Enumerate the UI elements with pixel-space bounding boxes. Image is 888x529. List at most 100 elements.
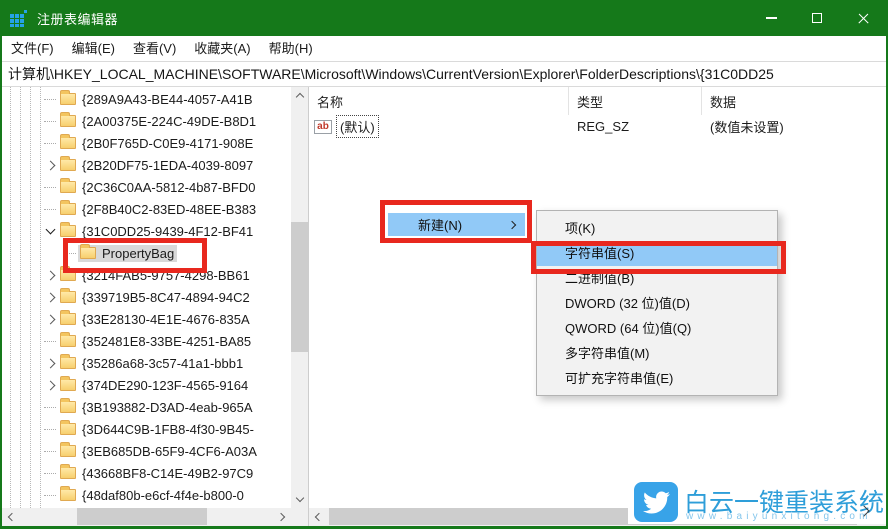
tree-pane: {289A9A43-BE44-4057-A41B {2A00375E-224C-4…: [2, 87, 309, 526]
tree-item[interactable]: {3D644C9B-1FB8-4f30-9B45-: [2, 418, 291, 440]
tree-item-body[interactable]: {2F8B40C2-83ED-48EE-B383: [58, 201, 259, 218]
menu-edit[interactable]: 编辑(E): [63, 36, 124, 61]
address-bar[interactable]: 计算机\HKEY_LOCAL_MACHINE\SOFTWARE\Microsof…: [2, 62, 886, 87]
submenu-item[interactable]: DWORD (32 位)值(D): [537, 291, 777, 316]
expander-slot: [42, 462, 58, 484]
value-name: (默认): [336, 115, 379, 138]
tree-item-body[interactable]: {339719B5-8C47-4894-94C2: [58, 289, 253, 306]
expander-slot: [42, 440, 58, 462]
close-icon: [857, 12, 870, 25]
scroll-right-button[interactable]: [274, 508, 291, 525]
tree-item-label: {2B20DF75-1EDA-4039-8097: [82, 158, 253, 173]
folder-icon: [60, 401, 76, 413]
scroll-left-button[interactable]: [309, 508, 326, 525]
tree-item[interactable]: {2F8B40C2-83ED-48EE-B383: [2, 198, 291, 220]
tree-connector: [44, 451, 56, 452]
chevron-right-icon[interactable]: [45, 270, 55, 280]
scrollbar-thumb[interactable]: [291, 222, 308, 352]
tree-item-label: {48daf80b-e6cf-4f4e-b800-0: [82, 488, 244, 503]
tree-item[interactable]: {2C36C0AA-5812-4b87-BFD0: [2, 176, 291, 198]
tree-item-label: {3B193882-D3AD-4eab-965A: [82, 400, 253, 415]
tree-connector: [44, 209, 56, 210]
maximize-button[interactable]: [794, 0, 840, 36]
chevron-right-icon: [277, 512, 285, 520]
menu-item-new[interactable]: 新建(N): [388, 213, 525, 236]
new-submenu: 项(K)字符串值(S)二进制值(B)DWORD (32 位)值(D)QWORD …: [536, 210, 778, 396]
tree-item[interactable]: {374DE290-123F-4565-9164: [2, 374, 291, 396]
scroll-up-button[interactable]: [291, 87, 308, 104]
submenu-item[interactable]: 多字符串值(M): [537, 341, 777, 366]
tree-item-body[interactable]: {33E28130-4E1E-4676-835A: [58, 311, 253, 328]
tree-item-body[interactable]: {289A9A43-BE44-4057-A41B: [58, 91, 256, 108]
folder-icon: [60, 159, 76, 171]
tree-item[interactable]: {3EB685DB-65F9-4CF6-A03A: [2, 440, 291, 462]
chevron-down-icon[interactable]: [45, 225, 55, 235]
tree-horizontal-scrollbar[interactable]: [2, 508, 308, 526]
tree-item-body[interactable]: {2C36C0AA-5812-4b87-BFD0: [58, 179, 258, 196]
chevron-right-icon[interactable]: [45, 160, 55, 170]
value-type: REG_SZ: [569, 119, 702, 134]
tree-item-body[interactable]: {2B0F765D-C0E9-4171-908E: [58, 135, 256, 152]
tree-item[interactable]: {339719B5-8C47-4894-94C2: [2, 286, 291, 308]
tree-item[interactable]: {43668BF8-C14E-49B2-97C9: [2, 462, 291, 484]
tree-item[interactable]: {2B20DF75-1EDA-4039-8097: [2, 154, 291, 176]
tree-item[interactable]: {289A9A43-BE44-4057-A41B: [2, 88, 291, 110]
tree-item-body[interactable]: {3D644C9B-1FB8-4f30-9B45-: [58, 421, 257, 438]
folder-icon: [60, 203, 76, 215]
tree-item[interactable]: {2A00375E-224C-49DE-B8D1: [2, 110, 291, 132]
folder-icon: [60, 489, 76, 501]
tree-connector: [44, 143, 56, 144]
chevron-right-icon[interactable]: [45, 380, 55, 390]
column-header-name[interactable]: 名称: [309, 87, 569, 115]
tree-connector: [44, 495, 56, 496]
chevron-right-icon[interactable]: [45, 358, 55, 368]
submenu-item[interactable]: QWORD (64 位)值(Q): [537, 316, 777, 341]
expander-slot: [42, 396, 58, 418]
tree-item[interactable]: {33E28130-4E1E-4676-835A: [2, 308, 291, 330]
tree-item[interactable]: {35286a68-3c57-41a1-bbb1: [2, 352, 291, 374]
expander-slot: [42, 198, 58, 220]
submenu-arrow-icon: [508, 220, 516, 228]
tree-vertical-scrollbar[interactable]: [291, 87, 308, 508]
scroll-left-button[interactable]: [2, 508, 19, 525]
expander-slot: [42, 374, 58, 396]
tree-item[interactable]: {352481E8-33BE-4251-BA85: [2, 330, 291, 352]
value-row-default[interactable]: ab (默认) REG_SZ (数值未设置): [309, 115, 886, 138]
chevron-down-icon: [295, 494, 303, 502]
window-controls: [748, 0, 886, 36]
column-header-type[interactable]: 类型: [569, 87, 702, 115]
column-header-data[interactable]: 数据: [702, 87, 886, 115]
tree-item[interactable]: {48daf80b-e6cf-4f4e-b800-0: [2, 484, 291, 506]
tree-item-label: {31C0DD25-9439-4F12-BF41: [82, 224, 253, 239]
tree-item[interactable]: {3B193882-D3AD-4eab-965A: [2, 396, 291, 418]
folder-icon: [60, 115, 76, 127]
tree-item-label: {43668BF8-C14E-49B2-97C9: [82, 466, 253, 481]
tree-item-body[interactable]: {2B20DF75-1EDA-4039-8097: [58, 157, 256, 174]
annotation-box-propertybag: [63, 238, 207, 273]
tree-connector: [44, 473, 56, 474]
tree-item-body[interactable]: {374DE290-123F-4565-9164: [58, 377, 251, 394]
submenu-item[interactable]: 可扩充字符串值(E): [537, 366, 777, 391]
tree-item-body[interactable]: {31C0DD25-9439-4F12-BF41: [58, 223, 256, 240]
tree-item[interactable]: {2B0F765D-C0E9-4171-908E: [2, 132, 291, 154]
tree-item-body[interactable]: {352481E8-33BE-4251-BA85: [58, 333, 254, 350]
chevron-right-icon[interactable]: [45, 292, 55, 302]
title-bar: 注册表编辑器: [2, 0, 886, 36]
tree-item-body[interactable]: {2A00375E-224C-49DE-B8D1: [58, 113, 259, 130]
menu-help[interactable]: 帮助(H): [260, 36, 322, 61]
tree-item-body[interactable]: {3EB685DB-65F9-4CF6-A03A: [58, 443, 260, 460]
tree-item-body[interactable]: {35286a68-3c57-41a1-bbb1: [58, 355, 246, 372]
tree-item-body[interactable]: {48daf80b-e6cf-4f4e-b800-0: [58, 487, 247, 504]
close-button[interactable]: [840, 0, 886, 36]
folder-icon: [60, 379, 76, 391]
submenu-item[interactable]: 项(K): [537, 216, 777, 241]
minimize-button[interactable]: [748, 0, 794, 36]
scroll-down-button[interactable]: [291, 491, 308, 508]
menu-favorites[interactable]: 收藏夹(A): [185, 36, 259, 61]
scrollbar-thumb[interactable]: [77, 508, 207, 525]
menu-file[interactable]: 文件(F): [2, 36, 63, 61]
menu-view[interactable]: 查看(V): [124, 36, 185, 61]
tree-item-body[interactable]: {43668BF8-C14E-49B2-97C9: [58, 465, 256, 482]
tree-item-body[interactable]: {3B193882-D3AD-4eab-965A: [58, 399, 256, 416]
chevron-right-icon[interactable]: [45, 314, 55, 324]
